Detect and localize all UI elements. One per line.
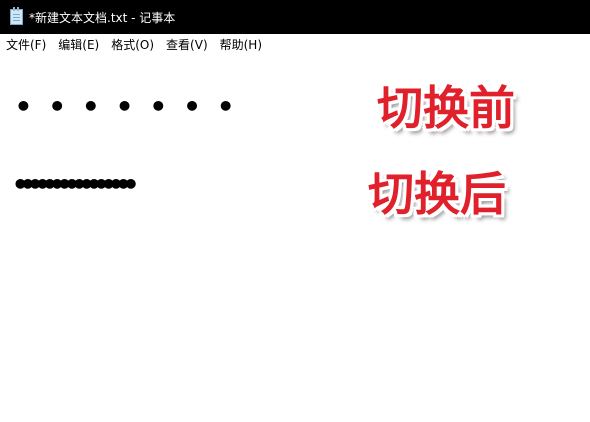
menu-bar: 文件(F) 编辑(E) 格式(O) 查看(V) 帮助(H) xyxy=(0,34,590,56)
title-bar[interactable]: *新建文本文档.txt - 记事本 xyxy=(0,0,590,34)
menu-edit[interactable]: 编辑(E) xyxy=(52,34,105,56)
menu-format[interactable]: 格式(O) xyxy=(105,34,160,56)
window-title: *新建文本文档.txt - 记事本 xyxy=(29,10,176,25)
after-switch-label: 切换后 xyxy=(368,167,506,221)
text-line-after: •••••••••••••••• xyxy=(12,168,139,201)
menu-help[interactable]: 帮助(H) xyxy=(214,34,268,56)
text-line-before: • • • • • • • xyxy=(15,90,235,123)
before-switch-label: 切换前 xyxy=(377,81,515,135)
notepad-window: *新建文本文档.txt - 记事本 文件(F) 编辑(E) 格式(O) 查看(V… xyxy=(0,0,590,422)
menu-view[interactable]: 查看(V) xyxy=(160,34,214,56)
menu-file[interactable]: 文件(F) xyxy=(0,34,52,56)
notepad-icon xyxy=(10,7,23,25)
